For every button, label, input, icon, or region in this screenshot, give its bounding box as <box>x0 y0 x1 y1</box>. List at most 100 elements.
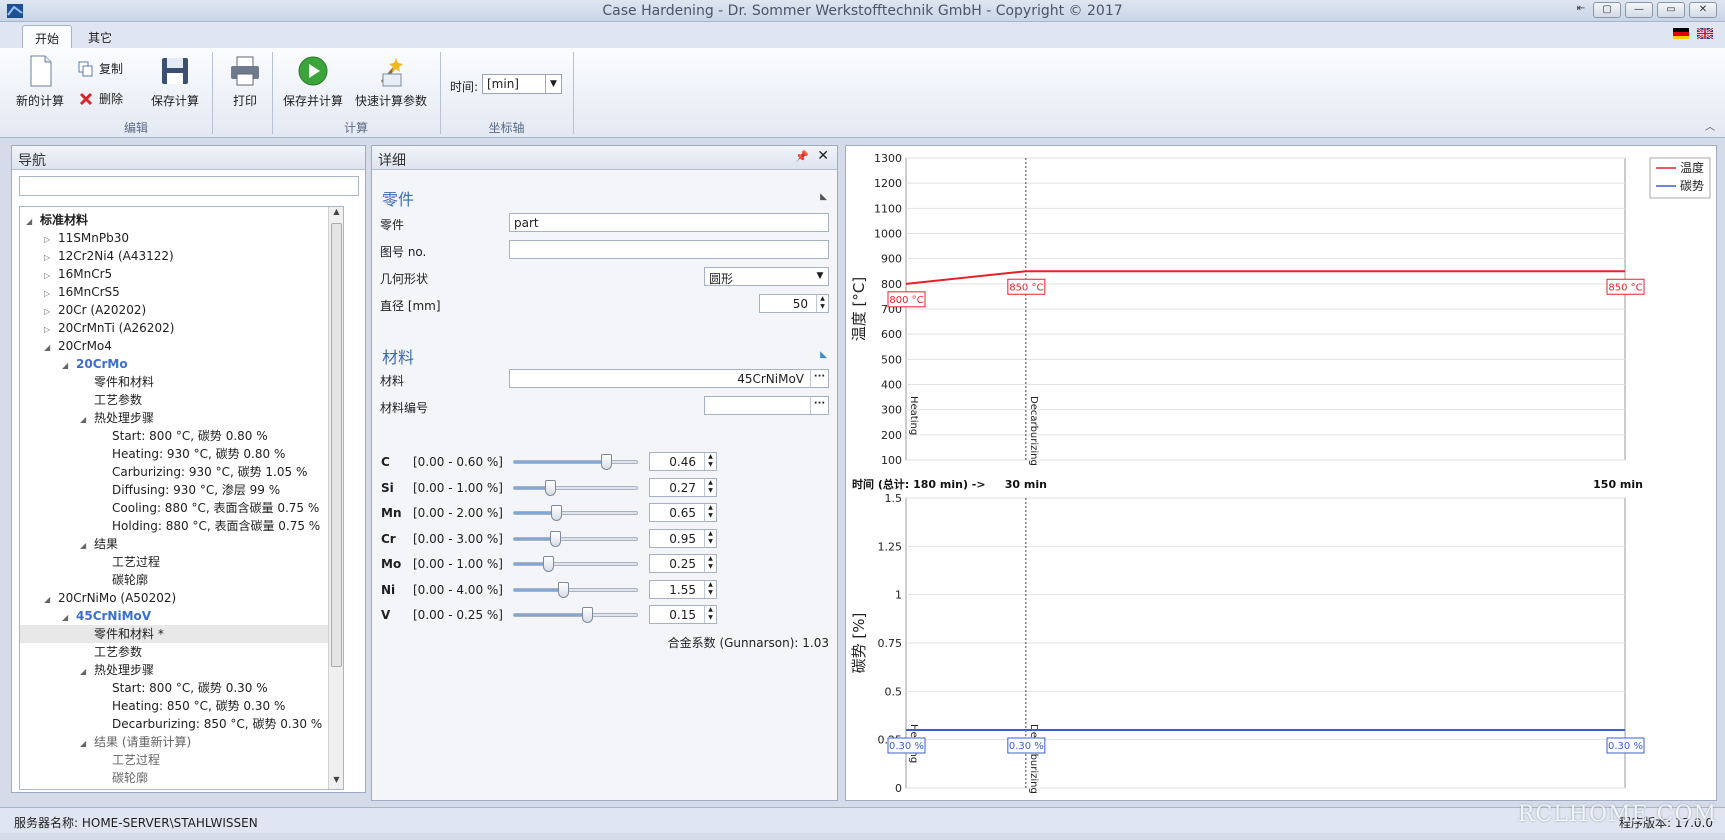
tree-item[interactable]: ▷ 20Cr (A20202) <box>20 301 329 319</box>
tree-item[interactable]: ◢ 20CrNiMo (A50202) <box>20 589 329 607</box>
close-button[interactable]: ✕ <box>1689 2 1717 18</box>
tree-item[interactable]: 工艺参数 <box>20 391 329 409</box>
expanded-arrow-icon[interactable]: ◢ <box>80 411 94 429</box>
scroll-down-icon[interactable]: ▼ <box>329 775 343 789</box>
tree-item[interactable]: ◢ 热处理步骤 <box>20 409 329 427</box>
delete-button[interactable]: 删除 <box>78 90 123 107</box>
tree-item[interactable]: 工艺参数 <box>20 643 329 661</box>
save-and-calc-button[interactable]: 保存并计算 <box>283 54 343 109</box>
nav-search-input[interactable] <box>19 176 359 196</box>
tree-item[interactable]: ▷ 16MnCr5 <box>20 265 329 283</box>
expand-section-icon[interactable]: ◣ <box>820 350 827 360</box>
element-value-input[interactable]: 0.15 ▲ ▼ <box>649 605 717 624</box>
expanded-arrow-icon[interactable]: ◢ <box>62 609 76 627</box>
print-button[interactable]: 打印 <box>228 54 262 109</box>
tree-item[interactable]: Heating: 930 °C, 碳势 0.80 % <box>20 445 329 463</box>
tree-item[interactable]: Diffusing: 930 °C, 渗层 99 % <box>20 481 329 499</box>
tree-item[interactable]: ◢ 20CrMo <box>20 355 329 373</box>
collapsed-arrow-icon[interactable]: ▷ <box>44 789 58 790</box>
spinner-icon[interactable]: ▲ ▼ <box>704 504 716 521</box>
expanded-arrow-icon[interactable]: ◢ <box>44 339 58 357</box>
collapsed-arrow-icon[interactable]: ▷ <box>44 321 58 339</box>
tab-start[interactable]: 开始 <box>22 25 73 48</box>
element-slider[interactable] <box>513 479 638 496</box>
slider-thumb[interactable] <box>551 505 563 521</box>
drawing-no-input[interactable] <box>509 240 829 259</box>
tree-item[interactable]: ▷ 20CrMnTi (A26202) <box>20 319 329 337</box>
tree-item[interactable]: Holding: 880 °C, 表面含碳量 0.75 % <box>20 517 329 535</box>
spinner-icon[interactable]: ▲ ▼ <box>704 580 716 598</box>
tree-item[interactable]: 碳轮廓 <box>20 769 329 787</box>
spinner-icon[interactable]: ▲ ▼ <box>816 295 828 312</box>
tree-item[interactable]: ▷ 11SMnPb30 <box>20 229 329 247</box>
tree-item[interactable]: 碳轮廓 <box>20 571 329 589</box>
slider-thumb[interactable] <box>550 530 562 547</box>
collapsed-arrow-icon[interactable]: ▷ <box>44 249 58 267</box>
tree-item[interactable]: ◢ 45CrNiMoV <box>20 607 329 625</box>
tree-item[interactable]: Start: 800 °C, 碳势 0.30 % <box>20 679 329 697</box>
german-flag-icon[interactable] <box>1673 28 1689 39</box>
tree-scrollbar[interactable]: ▲ ▼ <box>328 207 343 789</box>
element-slider[interactable] <box>513 454 638 470</box>
tree-item[interactable]: Heating: 850 °C, 碳势 0.30 % <box>20 697 329 715</box>
expanded-arrow-icon[interactable]: ◢ <box>44 591 58 609</box>
expanded-arrow-icon[interactable]: ◢ <box>80 537 94 555</box>
slider-thumb[interactable] <box>542 556 554 572</box>
slider-thumb[interactable] <box>544 479 556 496</box>
tree-item[interactable]: Decarburizing: 850 °C, 碳势 0.30 % <box>20 715 329 733</box>
tree-item[interactable]: 零件和材料 * <box>20 625 329 643</box>
collapsed-arrow-icon[interactable]: ▷ <box>44 303 58 321</box>
browse-material-no-icon[interactable]: ··· <box>810 397 828 414</box>
spinner-icon[interactable]: ▲ ▼ <box>704 529 716 547</box>
new-calc-button[interactable]: 新的计算 <box>16 54 64 109</box>
browse-material-icon[interactable]: ··· <box>810 370 828 387</box>
collapsed-arrow-icon[interactable]: ▷ <box>44 267 58 285</box>
element-value-input[interactable]: 0.46 ▲ ▼ <box>649 452 717 471</box>
element-value-input[interactable]: 0.65 ▲ ▼ <box>649 503 717 522</box>
element-slider[interactable] <box>513 505 638 521</box>
material-input[interactable]: 45CrNiMoV ··· <box>509 369 829 388</box>
element-slider[interactable] <box>513 607 638 623</box>
element-value-input[interactable]: 1.55 ▲ ▼ <box>649 579 717 599</box>
collapsed-arrow-icon[interactable]: ▷ <box>44 231 58 249</box>
save-calc-button[interactable]: 保存计算 <box>151 54 199 109</box>
pin-icon[interactable]: 📌 <box>795 150 809 163</box>
tree-item[interactable]: ◢ 20CrMo4 <box>20 337 329 355</box>
maximize-button[interactable]: ▭ <box>1657 2 1685 18</box>
element-slider[interactable] <box>513 556 638 572</box>
slider-thumb[interactable] <box>558 581 570 598</box>
slider-thumb[interactable] <box>582 607 594 623</box>
geometry-select[interactable]: 圆形 ▼ <box>704 267 829 286</box>
spinner-icon[interactable]: ▲ ▼ <box>704 478 716 496</box>
scroll-thumb[interactable] <box>331 223 342 667</box>
expanded-arrow-icon[interactable]: ◢ <box>80 663 94 681</box>
spinner-icon[interactable]: ▲ ▼ <box>704 555 716 572</box>
tree-item[interactable]: ▷20MnCr5 <box>20 787 329 790</box>
part-input[interactable]: part <box>509 213 829 232</box>
element-slider[interactable] <box>513 530 638 547</box>
element-value-input[interactable]: 0.95 ▲ ▼ <box>649 528 717 548</box>
tree-item[interactable]: 零件和材料 <box>20 373 329 391</box>
tree-item[interactable]: 工艺过程 <box>20 751 329 769</box>
expanded-arrow-icon[interactable]: ◢ <box>80 735 94 753</box>
element-value-input[interactable]: 0.25 ▲ ▼ <box>649 554 717 573</box>
diameter-input[interactable]: 50 ▲ ▼ <box>759 294 829 313</box>
tree-item[interactable]: ▷ 16MnCrS5 <box>20 283 329 301</box>
uk-flag-icon[interactable] <box>1697 28 1713 39</box>
spinner-icon[interactable]: ▲ ▼ <box>704 453 716 470</box>
tree-item[interactable]: ◢ 结果 (请重新计算) <box>20 733 329 751</box>
collapse-ribbon-icon[interactable]: ︿ <box>1705 118 1715 133</box>
tree-item[interactable]: ◢ 结果 <box>20 535 329 553</box>
element-value-input[interactable]: 0.27 ▲ ▼ <box>649 477 717 497</box>
time-unit-select[interactable]: [min] ▼ <box>482 74 562 94</box>
spinner-icon[interactable]: ▲ ▼ <box>704 606 716 623</box>
slider-thumb[interactable] <box>601 454 613 470</box>
tab-other[interactable]: 其它 <box>76 25 124 48</box>
quick-params-button[interactable]: 快速计算参数 <box>355 54 427 109</box>
tree-item[interactable]: 工艺过程 <box>20 553 329 571</box>
restore-button[interactable]: ▢ <box>1593 2 1621 18</box>
close-icon[interactable]: ✕ <box>817 148 829 164</box>
tree-item[interactable]: ◢ 标准材料 <box>20 211 329 229</box>
material-no-input[interactable]: ··· <box>704 396 829 415</box>
tree-item[interactable]: ◢ 热处理步骤 <box>20 661 329 679</box>
